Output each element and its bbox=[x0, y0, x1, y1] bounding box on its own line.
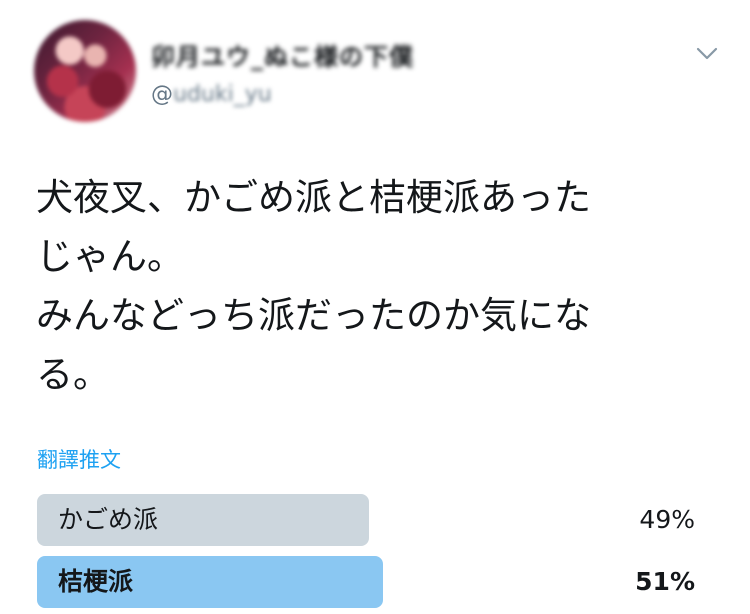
chevron-down-icon[interactable] bbox=[694, 44, 720, 64]
poll-option-percent: 51% bbox=[635, 567, 695, 596]
tweet-text: 犬夜叉、かごめ派と桔梗派あった じゃん。 みんなどっち派だったのか気にな る。 bbox=[36, 176, 591, 396]
avatar[interactable] bbox=[34, 20, 136, 122]
poll-option-label: 桔梗派 bbox=[58, 567, 134, 596]
poll-option-kagome: かごめ派 49% bbox=[37, 494, 707, 546]
poll-option-kikyo: 桔梗派 51% bbox=[37, 556, 707, 608]
author-handle[interactable]: @uduki_yu bbox=[151, 82, 272, 107]
handle-at-sign: @ bbox=[151, 82, 173, 107]
handle-text: uduki_yu bbox=[173, 82, 272, 107]
translate-tweet-link[interactable]: 翻譯推文 bbox=[37, 444, 121, 474]
tweet-card: 卯月ユウ_ぬこ様の下僕 @uduki_yu 犬夜叉、かごめ派と桔梗派あった じゃ… bbox=[0, 0, 750, 614]
poll-option-percent: 49% bbox=[639, 505, 695, 534]
author-display-name[interactable]: 卯月ユウ_ぬこ様の下僕 bbox=[151, 37, 414, 72]
poll-option-label: かごめ派 bbox=[58, 505, 159, 534]
